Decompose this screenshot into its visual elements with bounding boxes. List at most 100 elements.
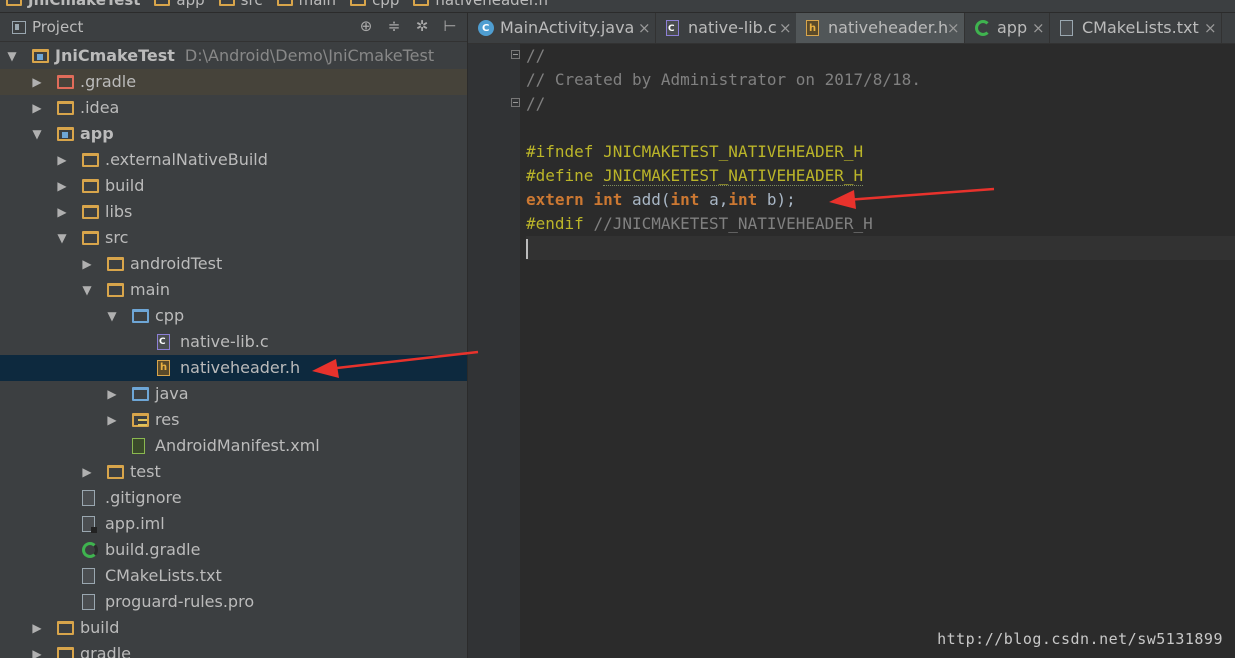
editor-area: MainActivity.java×native-lib.c×nativehea… [468,13,1235,658]
expanded-arrow-icon[interactable]: ▼ [56,225,68,251]
tree-item-label: build.gradle [105,537,200,563]
tree-item-name: main [130,280,170,299]
text-caret [526,238,528,259]
folder-icon [6,0,22,6]
code-editor[interactable]: // // Created by Administrator on 2017/8… [526,44,1235,260]
collapsed-arrow-icon[interactable]: ▶ [31,95,43,121]
tree-item[interactable]: ▶ .gradle [0,69,467,95]
tree-item-name: libs [105,202,133,221]
tree-item[interactable]: ▶ build [0,615,467,641]
close-tab-icon[interactable]: × [779,13,792,43]
code-line: // [526,94,546,113]
text-file-icon [82,594,95,610]
hide-icon[interactable]: ⊢ [441,17,459,35]
tree-item[interactable]: AndroidManifest.xml [0,433,467,459]
tree-item[interactable]: nativeheader.h [0,355,467,381]
tree-item-label: gradle [80,641,131,658]
tree-item-label: CMakeLists.txt [105,563,222,589]
project-panel: Project ⊕ ≑ ✲ ⊢ ▼ JniCmakeTest D:\Android\… [0,13,468,658]
folder-icon [350,0,367,6]
collapsed-arrow-icon[interactable]: ▶ [56,147,68,173]
collapsed-arrow-icon[interactable]: ▶ [81,459,93,485]
tree-item[interactable]: native-lib.c [0,329,467,355]
collapsed-arrow-icon[interactable]: ▶ [31,641,43,658]
tree-item-label: test [130,459,161,485]
tree-item[interactable]: ▶ res [0,407,467,433]
tree-item[interactable]: ▶ java [0,381,467,407]
tree-item[interactable]: ▼ src [0,225,467,251]
code-line: // Created by Administrator on 2017/8/18… [526,70,921,89]
tree-item-label: nativeheader.h [180,355,300,381]
collapsed-arrow-icon[interactable]: ▶ [31,69,43,95]
folder-icon [57,647,74,658]
tree-item-label: build [80,615,119,641]
tree-item[interactable]: ▶ libs [0,199,467,225]
collapse-icon[interactable]: ≑ [385,17,403,35]
tree-item-name: CMakeLists.txt [105,566,222,585]
tree-item-name: androidTest [130,254,223,273]
collapsed-arrow-icon[interactable]: ▶ [56,173,68,199]
tree-item-name: .externalNativeBuild [105,150,268,169]
expanded-arrow-icon[interactable]: ▼ [81,277,93,303]
tree-item[interactable]: ▼ JniCmakeTest D:\Android\Demo\JniCmakeTes… [0,43,467,69]
project-view-selector[interactable]: Project [12,18,83,36]
gear-icon[interactable]: ✲ [413,17,431,35]
editor-tab[interactable]: CMakeLists.txt × [1050,13,1222,43]
expanded-arrow-icon[interactable]: ▼ [6,43,18,69]
breadcrumb-item[interactable]: nativeheader.h [413,0,548,9]
editor-tab[interactable]: app × [965,13,1050,43]
tree-item[interactable]: ▼ app [0,121,467,147]
folder-icon [82,153,99,167]
collapsed-arrow-icon[interactable]: ▶ [106,407,118,433]
expanded-arrow-icon[interactable]: ▼ [106,303,118,329]
tree-item-label: app.iml [105,511,165,537]
tree-item[interactable]: app.iml [0,511,467,537]
module-folder-icon [57,127,74,141]
breadcrumb-item[interactable]: JniCmakeTest [6,0,140,9]
folder-icon [107,465,124,479]
collapsed-arrow-icon[interactable]: ▶ [56,199,68,225]
tree-item[interactable]: ▼ main [0,277,467,303]
close-tab-icon[interactable]: × [1204,13,1217,43]
expanded-arrow-icon[interactable]: ▼ [31,121,43,147]
tree-item[interactable]: build.gradle [0,537,467,563]
fold-marker-icon[interactable] [511,50,520,59]
fold-marker-icon[interactable] [511,98,520,107]
editor-gutter [468,44,520,658]
editor-tab[interactable]: MainActivity.java× [468,13,656,44]
folder-icon [82,205,99,219]
close-tab-icon[interactable]: × [638,13,651,43]
collapsed-arrow-icon[interactable]: ▶ [31,615,43,641]
close-tab-icon[interactable]: × [947,13,960,43]
tree-item[interactable]: proguard-rules.pro [0,589,467,615]
tree-item[interactable]: ▶ build [0,173,467,199]
breadcrumb-item[interactable]: src [218,0,263,9]
collapsed-arrow-icon[interactable]: ▶ [106,381,118,407]
tree-item[interactable]: .gitignore [0,485,467,511]
tree-item[interactable]: ▶ .externalNativeBuild [0,147,467,173]
breadcrumb-item[interactable]: main [276,0,336,9]
close-tab-icon[interactable]: × [1032,13,1045,43]
folder-blue-icon [132,387,149,401]
xml-file-icon [132,438,145,454]
editor-tab[interactable]: native-lib.c× [656,13,797,44]
breadcrumb-item[interactable]: app [154,0,205,9]
tree-item-label: res [155,407,179,433]
txt-file-icon [1060,20,1073,36]
editor-tab[interactable]: nativeheader.h× [796,13,965,44]
breadcrumb-item[interactable]: cpp [350,0,399,9]
tree-item[interactable]: CMakeLists.txt [0,563,467,589]
target-icon[interactable]: ⊕ [357,17,375,35]
h-file-icon [157,355,170,381]
tree-item[interactable]: ▶ test [0,459,467,485]
tree-item-label: libs [105,199,132,225]
tree-item[interactable]: ▶ gradle [0,641,467,658]
collapsed-arrow-icon[interactable]: ▶ [81,251,93,277]
tree-item[interactable]: ▶ androidTest [0,251,467,277]
tree-item-label: java [155,381,189,407]
tree-item[interactable]: ▶ .idea [0,95,467,121]
tree-item[interactable]: ▼ cpp [0,303,467,329]
tree-item-name: test [130,462,161,481]
tree-item-name: res [155,410,180,429]
breadcrumb: JniCmakeTest app src main cpp nativehead… [0,0,1235,13]
